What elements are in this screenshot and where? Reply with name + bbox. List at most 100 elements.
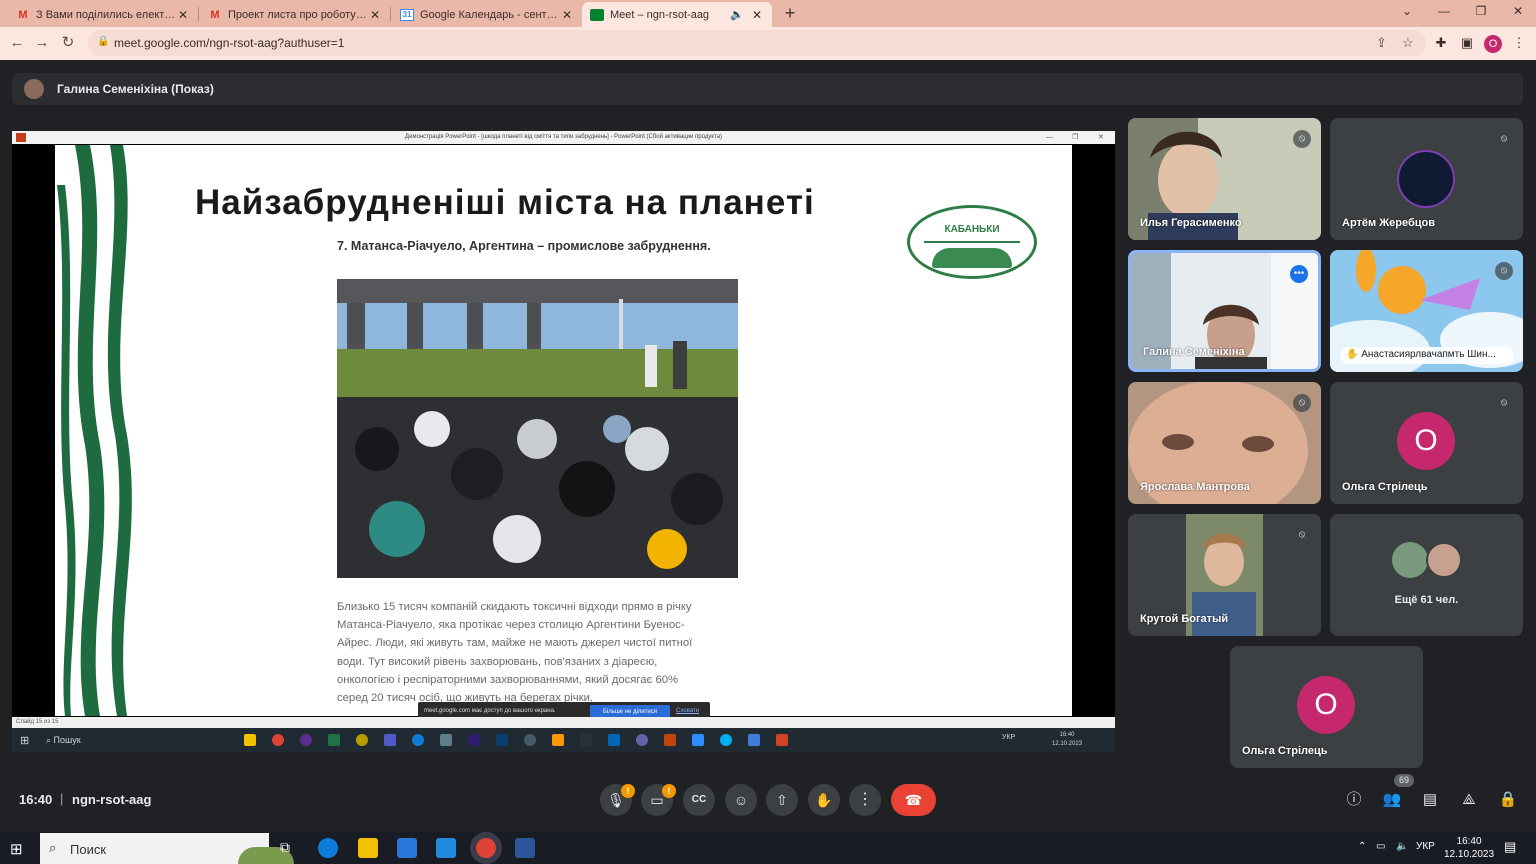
volume-icon[interactable]: 🔈 (1396, 841, 1408, 852)
language-indicator[interactable]: УКР (1416, 841, 1435, 852)
avatar (1397, 150, 1455, 208)
host-controls-icon[interactable]: 🔒 (1497, 789, 1519, 811)
browser-toolbar: ← → ↻ 🔒 meet.google.com/ngn-rsot-aag?aut… (0, 27, 1536, 60)
tab-gmail-draft[interactable]: M Проект листа про роботу школи ✕ (200, 2, 390, 27)
gmail-icon: M (210, 8, 220, 21)
teams-icon (384, 734, 396, 746)
leave-call-button[interactable]: ☎ (891, 784, 936, 816)
bookmark-star-icon[interactable]: ☆ (1402, 35, 1414, 51)
participant-tile[interactable]: ⦸ Илья Герасименко (1128, 118, 1321, 240)
avatar: O (1397, 412, 1455, 470)
search-icon: ⌕ (49, 840, 57, 855)
meeting-info-icon[interactable]: ⓘ (1343, 789, 1365, 811)
tab-meet[interactable]: Meet – ngn-rsot-aag 🔈 ✕ (582, 2, 772, 27)
captions-button[interactable]: CC (683, 784, 715, 816)
more-options-icon[interactable]: ••• (1290, 265, 1308, 283)
close-window-icon[interactable]: ✕ (1508, 4, 1528, 22)
close-tab-icon[interactable]: ✕ (750, 8, 764, 22)
task-view-icon[interactable]: ⧉ (280, 839, 290, 856)
premiere-icon (468, 734, 480, 746)
new-tab-button[interactable]: + (780, 4, 800, 24)
present-screen-button[interactable]: ⇧ (766, 784, 798, 816)
reload-icon[interactable]: ↻ (58, 33, 78, 53)
minimize-icon[interactable]: — (1434, 4, 1454, 22)
participant-tile[interactable]: O ⦸ Ольга Стрілець (1330, 382, 1523, 504)
slide-body-text: Близько 15 тисяч компаній скидають токси… (337, 601, 693, 705)
edge-icon (412, 734, 424, 746)
presenter-bar: Галина Семеніхіна (Показ) (12, 73, 1523, 105)
presenting-icon: ✋ (1346, 349, 1359, 360)
file-explorer-icon[interactable] (358, 838, 378, 858)
address-bar[interactable]: 🔒 meet.google.com/ngn-rsot-aag?authuser=… (88, 30, 1426, 56)
windows-start-icon[interactable]: ⊞ (10, 840, 23, 858)
windows-taskbar: ⊞ ⌕ Поиск ⧉ ⌃ ▭ 🔈 УКР 16:40 12.10.2023 ▤ (0, 832, 1536, 864)
close-icon: ✕ (1098, 134, 1104, 141)
notifications-icon[interactable]: ▤ (1504, 839, 1516, 855)
windows-start-icon: ⊞ (20, 735, 30, 747)
chrome-icon[interactable] (476, 838, 496, 858)
mic-off-icon: ⦸ (1495, 262, 1513, 280)
activities-icon[interactable]: ⟁ (1458, 789, 1480, 811)
app-icon (580, 734, 592, 746)
camera-icon (440, 734, 452, 746)
restore-icon[interactable]: ❐ (1471, 4, 1491, 22)
presenter-label: Галина Семеніхіна (Показ) (57, 82, 214, 96)
slide-title: Найзабрудненіші міста на планеті (195, 183, 815, 222)
avatar (1392, 542, 1428, 578)
emoji-reaction-button[interactable]: ☺ (725, 784, 757, 816)
speaker-icon[interactable]: 🔈 (730, 8, 744, 21)
presenter-avatar (24, 79, 44, 99)
side-panel-icon[interactable]: ▣ (1458, 35, 1476, 53)
raise-hand-button[interactable]: ✋ (808, 784, 840, 816)
participant-tile[interactable]: ⦸ Крутой Богатый (1128, 514, 1321, 636)
app-icon (328, 734, 340, 746)
close-tab-icon[interactable]: ✕ (176, 8, 190, 22)
slide: Найзабрудненіші міста на планеті 7. Мата… (55, 145, 1072, 716)
forward-icon[interactable]: → (32, 33, 52, 53)
mail-icon[interactable] (436, 838, 456, 858)
share-icon[interactable]: ⇪ (1376, 35, 1387, 51)
hide-banner-link: Сховати (676, 708, 700, 714)
url-text: meet.google.com/ngn-rsot-aag?authuser=1 (114, 36, 345, 50)
more-options-button[interactable]: ⋮ (849, 784, 881, 816)
ppt-status-bar: Слайд 15 из 15 (12, 717, 1115, 728)
store-icon[interactable] (397, 838, 417, 858)
chat-icon[interactable]: ▤ (1419, 789, 1441, 811)
app-icon (524, 734, 536, 746)
network-icon[interactable]: ▭ (1376, 841, 1385, 852)
avatar (1426, 542, 1462, 578)
word-icon[interactable] (515, 838, 535, 858)
chrome-icon (272, 734, 284, 746)
people-icon[interactable]: 👥 (1381, 789, 1403, 811)
back-icon[interactable]: ← (7, 33, 27, 53)
app-icon (748, 734, 760, 746)
close-tab-icon[interactable]: ✕ (560, 8, 574, 22)
participant-tile[interactable]: ⦸ Артём Жеребцов (1330, 118, 1523, 240)
browser-tab-strip: M З Вами поділились електронною ✕ M Прое… (0, 0, 1536, 27)
participants-count-badge: 69 (1394, 774, 1414, 787)
tab-gmail-shared[interactable]: M З Вами поділились електронною ✕ (8, 2, 198, 27)
profile-avatar[interactable]: O (1484, 35, 1502, 53)
school-logo: КАБАНЬКИ (907, 205, 1037, 279)
tray-chevron-icon[interactable]: ⌃ (1358, 841, 1366, 852)
taskbar-search[interactable]: ⌕ Поиск (40, 833, 294, 864)
participant-tile[interactable]: ⦸ ✋ Анастасиярлвачапмть Шин... (1330, 250, 1523, 372)
mic-off-icon: ⦸ (1495, 130, 1513, 148)
extensions-icon[interactable]: ✚ (1432, 35, 1450, 53)
mic-off-icon: ⦸ (1293, 526, 1311, 544)
participant-tile[interactable]: O Ольга Стрілець (1230, 646, 1423, 768)
meet-icon (590, 8, 604, 21)
participant-tile[interactable]: ⦸ Ярослава Мантрова (1128, 382, 1321, 504)
tab-search-icon[interactable]: ⌄ (1397, 4, 1417, 22)
participant-tile-active[interactable]: ••• Галина Семеніхіна (1128, 250, 1321, 372)
menu-kebab-icon[interactable]: ⋮ (1510, 35, 1528, 53)
edge-icon[interactable] (318, 838, 338, 858)
ppt-window-title: Демонстрація PowerPoint - [шкода планеті… (12, 131, 1115, 144)
taskbar-clock[interactable]: 16:40 12.10.2023 (1444, 835, 1494, 861)
close-tab-icon[interactable]: ✕ (368, 8, 382, 22)
app-icon (636, 734, 648, 746)
more-participants-tile[interactable]: Ещё 61 чел. (1330, 514, 1523, 636)
lock-icon[interactable]: 🔒 (97, 36, 109, 47)
zoom-icon (692, 734, 704, 746)
tab-google-calendar[interactable]: 31 Google Календарь - сентябрь 2023 ✕ (392, 2, 582, 27)
